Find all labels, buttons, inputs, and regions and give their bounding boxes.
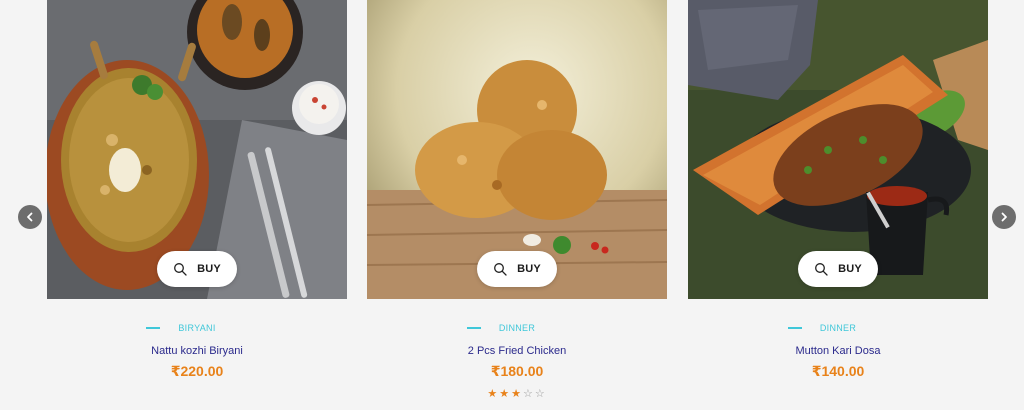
star-rating: ★★★☆☆: [367, 387, 667, 400]
search-icon: [815, 263, 828, 276]
carousel-next-button[interactable]: [992, 205, 1016, 229]
star-icon: ☆: [534, 387, 547, 400]
product-card: BUY DINNER 2 Pcs Fried Chicken ₹180.00 ★…: [367, 0, 667, 410]
category-row: DINNER: [367, 321, 667, 335]
product-price: ₹220.00: [170, 363, 224, 379]
star-icon: ★: [487, 387, 500, 400]
buy-label: BUY: [517, 263, 541, 275]
product-title[interactable]: Mutton Kari Dosa: [688, 345, 988, 357]
product-title[interactable]: Nattu kozhi Biryani: [47, 345, 347, 357]
buy-label: BUY: [838, 263, 862, 275]
chevron-left-icon: [27, 212, 33, 222]
star-icon: ☆: [522, 387, 535, 400]
product-title[interactable]: 2 Pcs Fried Chicken: [367, 345, 667, 357]
search-icon: [494, 263, 507, 276]
product-card: BUY DINNER Mutton Kari Dosa ₹140.00: [688, 0, 988, 410]
category-dash: [146, 327, 161, 329]
product-carousel: BUY BIRYANI Nattu kozhi Biryani ₹220.00: [0, 0, 1024, 410]
carousel-prev-button[interactable]: [18, 205, 42, 229]
category-label[interactable]: BIRYANI: [178, 323, 215, 333]
chevron-right-icon: [1001, 212, 1007, 222]
category-label[interactable]: DINNER: [499, 323, 535, 333]
buy-button[interactable]: BUY: [477, 251, 557, 287]
product-price: ₹140.00: [811, 363, 865, 379]
category-row: BIRYANI: [47, 321, 347, 335]
product-price: ₹180.00: [490, 363, 544, 379]
star-icon: ★: [511, 387, 523, 400]
category-label[interactable]: DINNER: [820, 323, 856, 333]
search-icon: [174, 263, 187, 276]
category-dash: [466, 327, 481, 329]
star-icon: ★: [499, 387, 512, 400]
buy-button[interactable]: BUY: [157, 251, 237, 287]
category-row: DINNER: [688, 321, 988, 335]
category-dash: [787, 327, 802, 329]
buy-label: BUY: [197, 263, 221, 275]
buy-button[interactable]: BUY: [798, 251, 878, 287]
product-card: BUY BIRYANI Nattu kozhi Biryani ₹220.00: [47, 0, 347, 410]
